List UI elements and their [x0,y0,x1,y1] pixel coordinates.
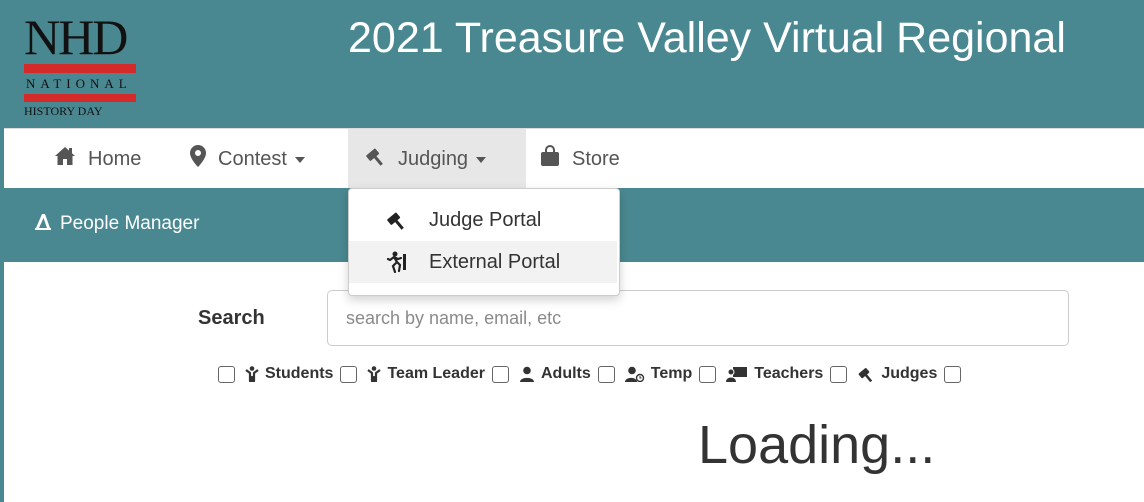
adults-checkbox[interactable] [491,365,509,383]
gavel-icon [364,146,386,172]
logo-national-text: NATIONAL [26,76,132,91]
filter-judges-label: Judges [881,365,938,382]
menu-item-judge-portal[interactable]: Judge Portal [349,199,617,241]
filter-students-label: Students [265,365,334,382]
nav-judging-label: Judging [398,147,469,170]
logo-red-bar-2 [24,94,136,102]
nhd-logo[interactable]: NHD NATIONAL HISTORY DAY [24,10,140,118]
nav-store-label: Store [572,147,620,170]
students-checkbox[interactable] [218,365,235,383]
chevron-down-icon [294,157,305,163]
nav-judging[interactable]: Judging [348,129,526,189]
child-icon [245,366,259,382]
user-clock-icon [624,366,645,382]
filter-temp-label: Temp [650,365,693,382]
left-edge-bar [0,0,4,502]
top-navbar: Home Contest Judging Store [0,128,1144,189]
filter-adults: Adults [491,365,591,383]
filter-team-leader: Team Leader [340,365,485,383]
judging-dropdown-menu: Judge Portal External Portal [348,188,620,296]
filter-temp: Temp [597,365,693,383]
page-title: 2021 Treasure Valley Virtual Regional [348,14,1066,62]
filter-teachers: Teachers [699,365,823,383]
menu-item-external-portal-label: External Portal [429,250,561,273]
home-icon [54,146,76,172]
nav-home[interactable]: Home [54,129,141,189]
shopping-bag-icon [540,145,560,173]
logo-history-day-text: HISTORY DAY [24,104,103,118]
filter-students: Students [218,365,333,383]
chalkboard-teacher-icon [726,366,748,382]
filter-team-leader-label: Team Leader [387,365,485,382]
nav-home-label: Home [88,147,142,170]
search-label: Search [198,307,265,329]
user-icon [519,366,535,382]
nav-store[interactable]: Store [540,129,620,189]
team-leader-checkbox[interactable] [340,365,358,383]
child-icon [367,366,382,382]
next-filter-checkbox[interactable] [944,365,962,383]
filter-judges: Judges [830,365,937,383]
search-input[interactable] [327,290,1069,346]
running-person-icon [381,251,411,273]
gavel-icon [857,366,875,382]
filter-teachers-label: Teachers [754,365,824,382]
filter-adults-label: Adults [540,365,591,382]
nav-contest[interactable]: Contest [190,129,305,189]
logo-main-text: NHD [24,9,128,65]
loading-indicator: Loading... [698,415,936,475]
menu-item-external-portal[interactable]: External Portal [349,241,617,283]
chevron-down-icon [476,157,487,163]
nav-contest-label: Contest [218,147,287,170]
filter-checkbox-row: Students Team Leader Adults Temp Teacher… [218,360,962,388]
people-manager-label: People Manager [60,213,200,234]
temp-checkbox[interactable] [597,365,615,383]
menu-item-judge-portal-label: Judge Portal [429,208,542,231]
judges-checkbox[interactable] [830,365,848,383]
teachers-checkbox[interactable] [699,365,717,383]
map-marker-icon [190,145,206,173]
people-manager-link[interactable]: People Manager [34,212,199,236]
people-manager-icon [34,212,52,236]
logo-red-bar [24,64,136,73]
gavel-icon [381,210,411,230]
site-header: NHD NATIONAL HISTORY DAY 2021 Treasure V… [0,0,1144,128]
